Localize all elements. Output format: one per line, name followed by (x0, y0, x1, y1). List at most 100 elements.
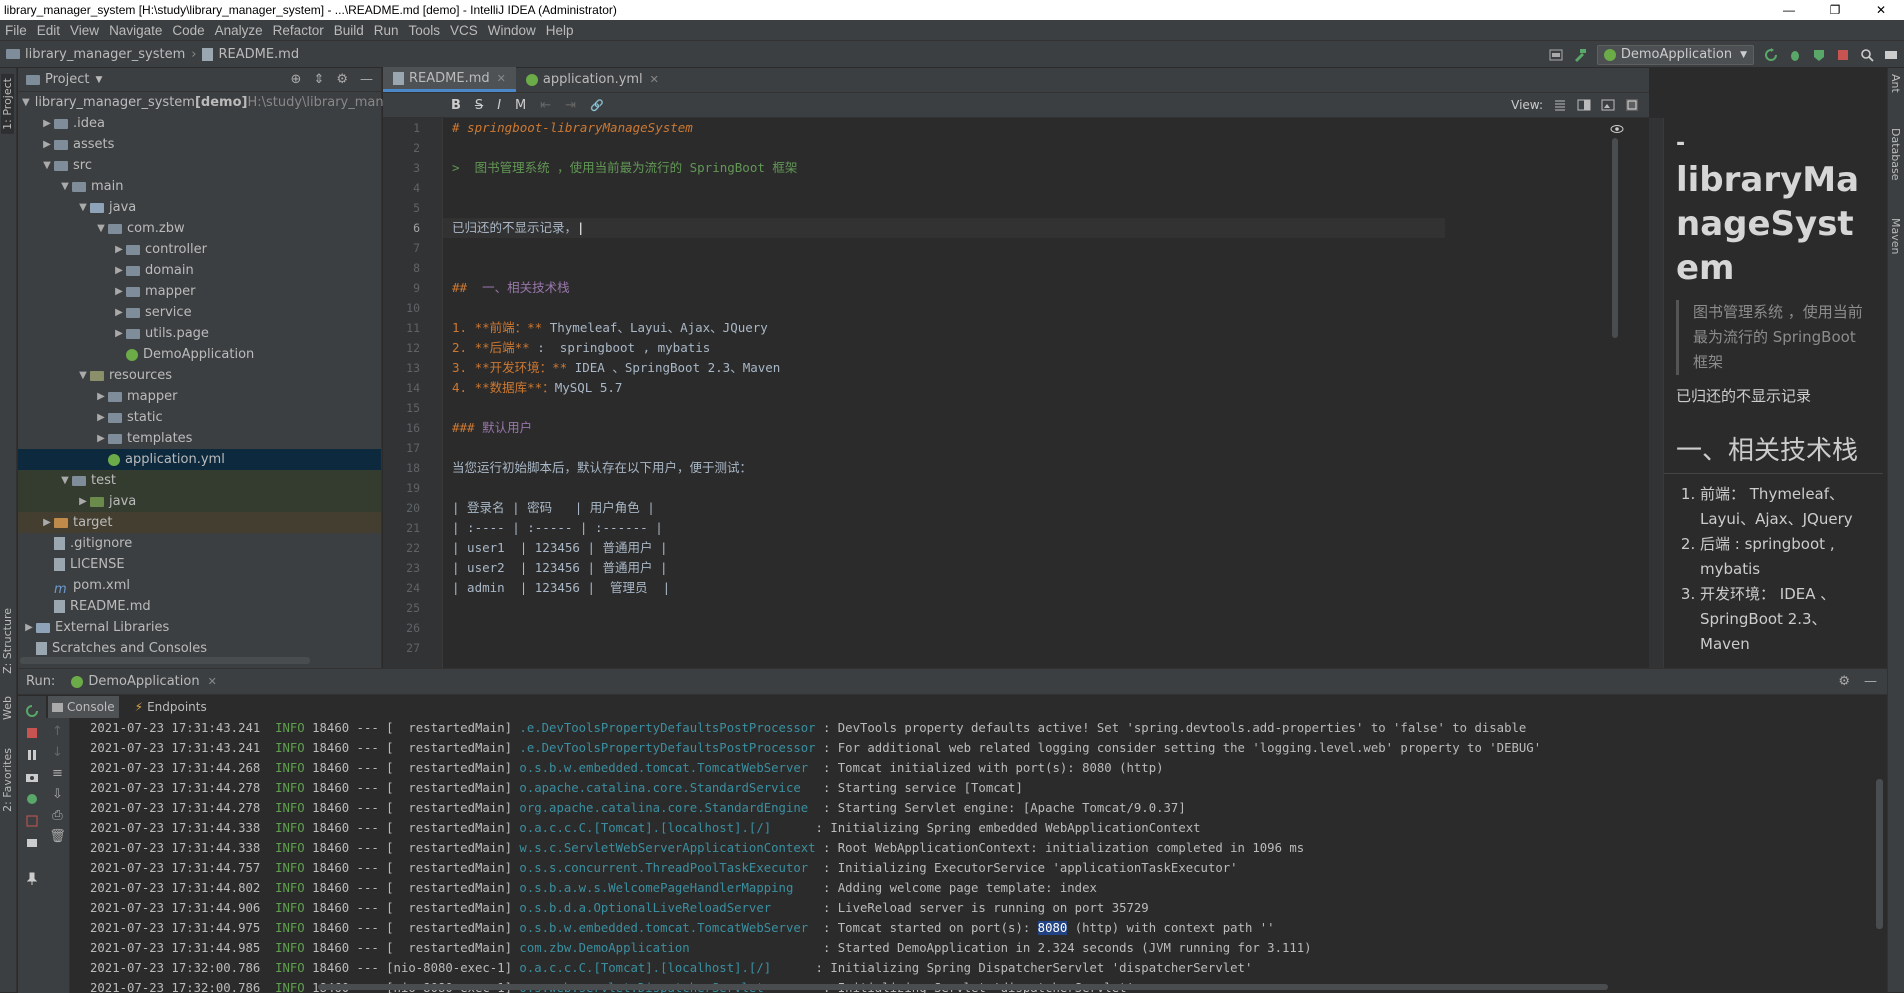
tree-item[interactable]: ▶ External Libraries (18, 617, 381, 638)
restore-button[interactable]: ❐ (1812, 0, 1858, 20)
tree-item[interactable]: ▶ templates (18, 428, 381, 449)
chevron-right-icon[interactable]: ▶ (112, 302, 126, 323)
structure-tool-window-tab[interactable]: Z: Structure (1, 608, 14, 674)
preview-only-icon[interactable] (1601, 98, 1615, 112)
chevron-down-icon[interactable]: ▼ (58, 176, 72, 197)
chevron-down-icon[interactable]: ▼ (95, 75, 102, 85)
tree-item[interactable]: ▼ src (18, 155, 381, 176)
tab-readme[interactable]: README.md ✕ (383, 67, 516, 92)
code-line[interactable]: # springboot-libraryManageSystem (443, 118, 1445, 138)
bold-button[interactable]: B (451, 98, 461, 113)
code-line[interactable]: | admin | 123456 | 管理员 | (443, 578, 1445, 598)
code-line[interactable] (443, 298, 1445, 318)
pin-icon[interactable] (25, 872, 39, 886)
code-editor[interactable]: # springboot-libraryManageSystem > 图书管理系统… (443, 118, 1445, 668)
console-horizontal-scrollbar[interactable] (318, 984, 1608, 990)
clear-all-icon[interactable]: 🗑 (46, 829, 69, 844)
chevron-down-icon[interactable]: ▼ (76, 365, 90, 386)
tree-item[interactable]: Scratches and Consoles (18, 638, 381, 659)
editor-only-icon[interactable] (1553, 98, 1567, 112)
code-line[interactable] (443, 618, 1445, 638)
menu-view[interactable]: View (65, 23, 104, 38)
close-tab-icon[interactable]: ✕ (497, 72, 506, 85)
hide-panel-icon[interactable]: — (360, 72, 373, 87)
menu-file[interactable]: File (0, 23, 32, 38)
tree-item[interactable]: ▶ java (18, 491, 381, 512)
menu-tools[interactable]: Tools (404, 23, 446, 38)
menu-refactor[interactable]: Refactor (268, 23, 329, 38)
chevron-right-icon[interactable]: ▶ (112, 260, 126, 281)
code-line[interactable]: 当您运行初始脚本后，默认存在以下用户，便于测试： (443, 458, 1445, 478)
code-line[interactable]: 已归还的不显示记录，| (443, 218, 1445, 238)
preview-splitter[interactable] (1649, 118, 1663, 668)
tree-item[interactable]: ▼ library_manager_system [demo] H:\study\… (18, 92, 400, 113)
web-tool-window-tab[interactable]: Web (1, 696, 14, 720)
endpoints-tab[interactable]: ⚡ Endpoints (131, 696, 211, 718)
chevron-right-icon[interactable]: ▶ (76, 491, 90, 512)
layout-toggle-icon[interactable] (1625, 98, 1639, 112)
code-line[interactable] (443, 478, 1445, 498)
build-hammer-icon[interactable] (1573, 48, 1587, 62)
stop-icon[interactable] (25, 726, 39, 740)
rerun-icon[interactable] (25, 704, 39, 718)
code-button[interactable]: M (515, 98, 526, 113)
code-line[interactable] (443, 638, 1445, 658)
scroll-up-icon[interactable]: ↑ (46, 724, 69, 739)
chevron-right-icon[interactable]: ▶ (112, 323, 126, 344)
chevron-right-icon[interactable]: ▶ (40, 134, 54, 155)
chevron-down-icon[interactable]: ▼ (94, 218, 108, 239)
scroll-down-icon[interactable]: ↓ (46, 745, 69, 760)
horizontal-scrollbar[interactable] (20, 657, 310, 664)
exit-icon[interactable] (25, 814, 39, 828)
code-line[interactable]: ### 默认用户 (443, 418, 1445, 438)
code-line[interactable] (443, 198, 1445, 218)
code-line[interactable] (443, 178, 1445, 198)
print-icon[interactable]: ⎙ (46, 808, 69, 823)
project-view-selector[interactable]: Project (45, 72, 89, 87)
tree-item[interactable]: ▶ service (18, 302, 381, 323)
header-down-button[interactable]: ⇤ (540, 98, 551, 113)
strikethrough-button[interactable]: S (475, 98, 483, 113)
chevron-right-icon[interactable]: ▶ (94, 386, 108, 407)
close-tab-icon[interactable]: ✕ (650, 73, 659, 86)
restore-layout-icon[interactable] (25, 792, 39, 806)
chevron-right-icon[interactable]: ▶ (22, 617, 36, 638)
italic-button[interactable]: I (497, 98, 501, 113)
pause-icon[interactable] (25, 748, 39, 762)
tree-item[interactable]: ▶ utils.page (18, 323, 381, 344)
tab-application-yml[interactable]: application.yml ✕ (516, 67, 669, 92)
tree-item[interactable]: ▶ mapper (18, 386, 381, 407)
gear-icon[interactable]: ⚙ (336, 72, 348, 87)
code-line[interactable]: 1. **前端：** Thymeleaf、Layui、Ajax、JQuery (443, 318, 1445, 338)
coverage-icon[interactable] (1812, 48, 1826, 62)
code-line[interactable]: | user1 | 123456 | 普通用户 | (443, 538, 1445, 558)
search-icon[interactable] (1860, 48, 1874, 62)
tree-item[interactable]: ▼ java (18, 197, 381, 218)
split-view-icon[interactable] (1577, 98, 1591, 112)
tree-item[interactable]: ▶ controller (18, 239, 381, 260)
menu-navigate[interactable]: Navigate (104, 23, 167, 38)
eye-icon[interactable] (1610, 122, 1624, 136)
chevron-right-icon[interactable]: ▶ (94, 428, 108, 449)
code-line[interactable]: > 图书管理系统 ，使用当前最为流行的 SpringBoot 框架 (443, 158, 1445, 178)
project-tool-window-tab[interactable]: 1: Project (1, 74, 14, 134)
layout-icon[interactable] (25, 836, 39, 850)
collapse-all-icon[interactable]: ⇕ (313, 72, 324, 87)
header-up-button[interactable]: ⇥ (565, 98, 576, 113)
tree-item[interactable]: ▼ com.zbw (18, 218, 381, 239)
code-line[interactable]: | user2 | 123456 | 普通用户 | (443, 558, 1445, 578)
console-tab[interactable]: Console (48, 696, 119, 718)
code-line[interactable]: ## 一、相关技术栈 (443, 278, 1445, 298)
menu-code[interactable]: Code (167, 23, 209, 38)
tree-item[interactable]: ▶ domain (18, 260, 381, 281)
tree-item[interactable]: application.yml (18, 449, 381, 470)
hide-panel-icon[interactable]: — (1864, 674, 1877, 689)
run-tab-demoapplication[interactable]: DemoApplication ✕ (71, 674, 217, 689)
menu-run[interactable]: Run (369, 23, 404, 38)
tree-item[interactable]: ▶ target (18, 512, 381, 533)
code-line[interactable] (443, 238, 1445, 258)
tree-item[interactable]: ▼ test (18, 470, 381, 491)
tree-item[interactable]: ▶ mapper (18, 281, 381, 302)
tree-item[interactable]: DemoApplication (18, 344, 381, 365)
chevron-right-icon[interactable]: ▶ (40, 512, 54, 533)
